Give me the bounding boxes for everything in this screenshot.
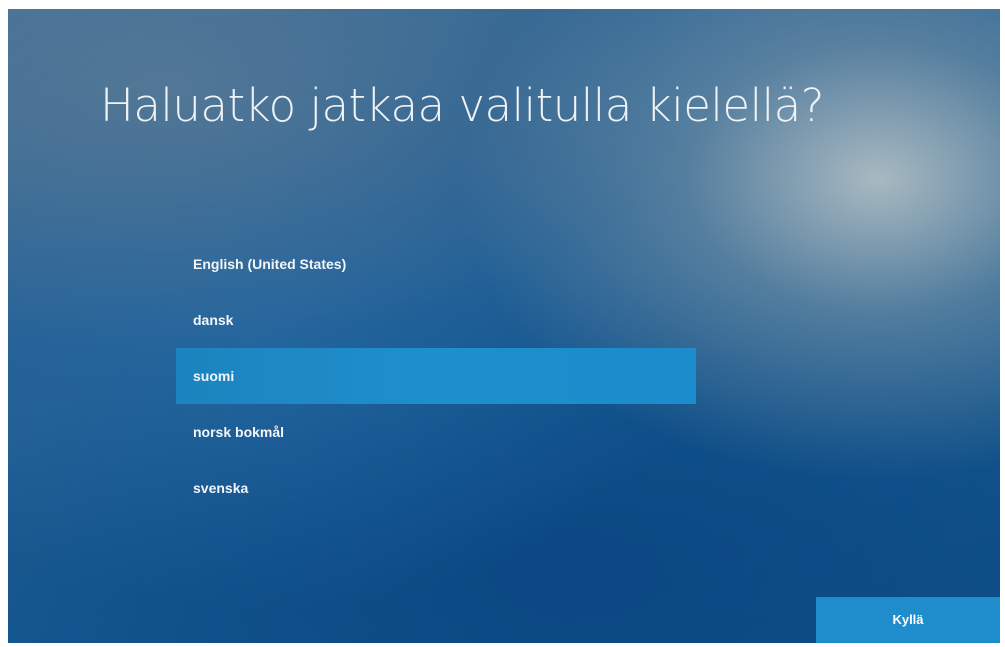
language-item-dansk[interactable]: dansk — [176, 292, 696, 348]
language-item-suomi[interactable]: suomi — [176, 348, 696, 404]
yes-button[interactable]: Kyllä — [816, 597, 1000, 643]
page-title: Haluatko jatkaa valitulla kielellä? — [100, 79, 825, 132]
language-list[interactable]: English (United States) dansk suomi nors… — [176, 236, 696, 516]
language-item-svenska[interactable]: svenska — [176, 460, 696, 516]
language-item-english[interactable]: English (United States) — [176, 236, 696, 292]
language-item-norsk[interactable]: norsk bokmål — [176, 404, 696, 460]
oobe-screen: Haluatko jatkaa valitulla kielellä? Engl… — [8, 9, 1000, 643]
